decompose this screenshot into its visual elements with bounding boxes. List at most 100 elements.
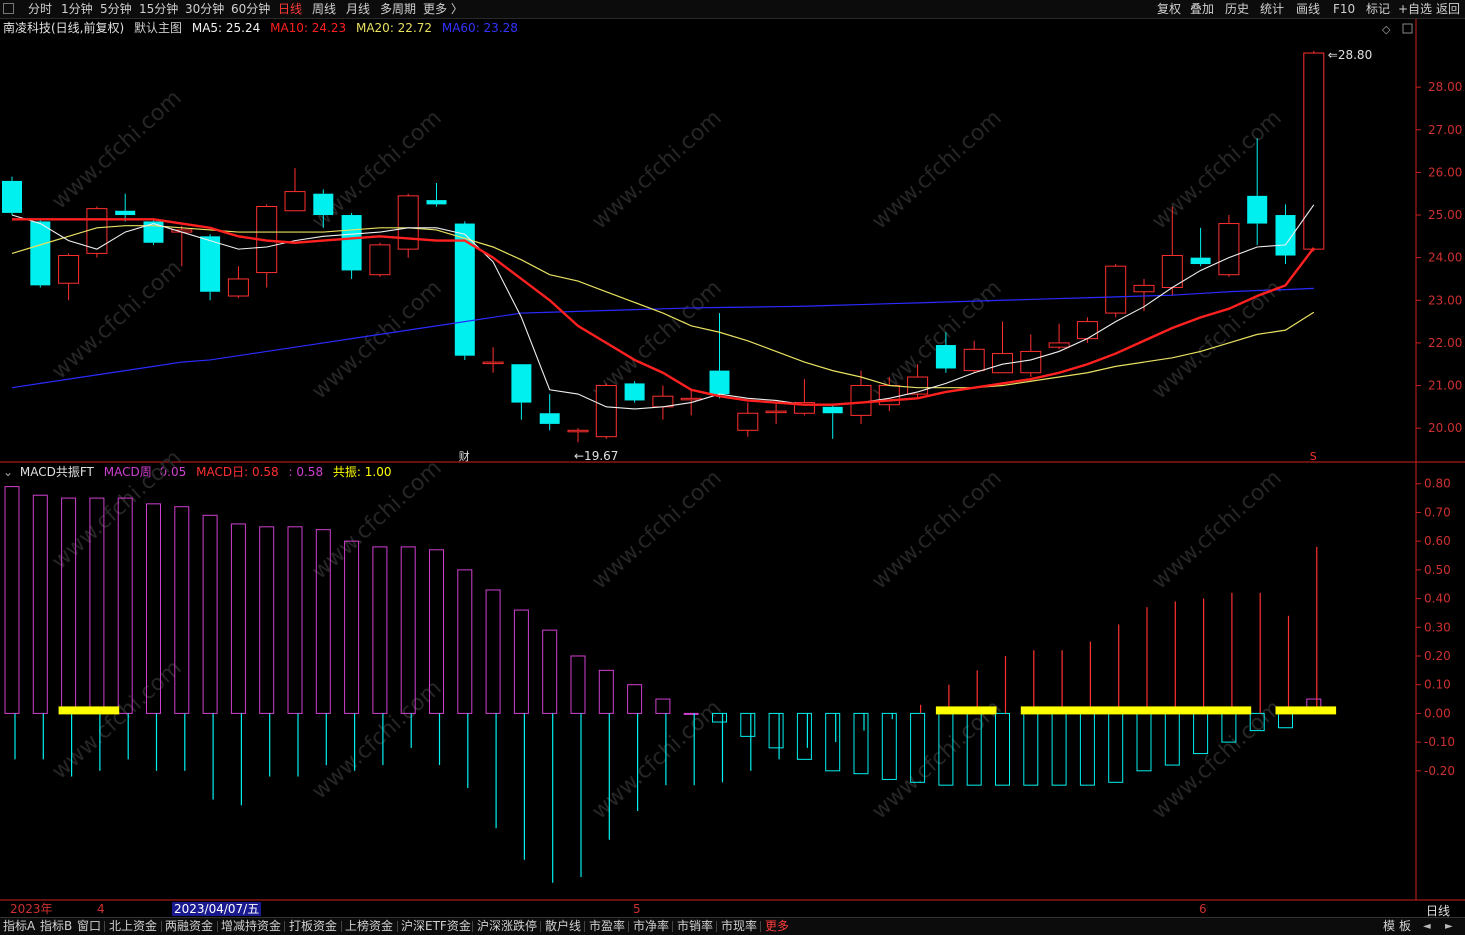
- template-button[interactable]: 模: [1383, 919, 1395, 934]
- price-tick-label: 20.00: [1428, 421, 1462, 435]
- macd-week-bar: [995, 712, 1010, 786]
- watermark-text: www.cfchi.com: [587, 696, 726, 825]
- candle-body: [2, 180, 22, 213]
- candle-body: [1133, 284, 1155, 293]
- candle-body: [58, 255, 80, 284]
- macd-tick-label: 0.00: [1424, 706, 1451, 720]
- tab-more[interactable]: 更多: [765, 919, 789, 934]
- tab-holding-change[interactable]: 增减持资金: [221, 919, 281, 934]
- macd-week-bar: [513, 609, 529, 714]
- candle-body: [624, 383, 645, 401]
- macd-week-bar: [259, 526, 275, 714]
- macd-week-bar: [372, 546, 388, 714]
- candle-body: [567, 429, 589, 433]
- candle-body: [1048, 342, 1070, 348]
- candle-body: [737, 412, 759, 431]
- macd-week-bar: [400, 546, 416, 714]
- macd-week-bar: [881, 712, 897, 780]
- macd-week-bar: [1164, 712, 1180, 766]
- candle-body: [595, 385, 617, 438]
- macd-week-bar: [627, 684, 643, 714]
- candle-body: [1076, 321, 1098, 340]
- price-tick-label: 28.00: [1428, 80, 1462, 94]
- macd-week-bar: [230, 523, 246, 714]
- price-tick-label: 25.00: [1428, 208, 1462, 222]
- resonance-bar: [1020, 706, 1252, 715]
- candle-body: [963, 348, 985, 372]
- macd-week-bar: [32, 494, 48, 714]
- tab-window[interactable]: 窗口: [77, 919, 101, 934]
- signal-marker: S: [1310, 450, 1317, 463]
- date-axis: 2023年 4 2023/04/07/五 5 6: [0, 901, 1416, 917]
- candle-body: [30, 221, 51, 286]
- board-button[interactable]: 板: [1399, 919, 1411, 934]
- watermark-text: www.cfchi.com: [307, 456, 446, 585]
- macd-tick-label: 0.50: [1424, 563, 1451, 577]
- candle-body: [539, 413, 560, 424]
- resonance-bar: [1275, 706, 1337, 715]
- macd-tick-label: -0.20: [1424, 764, 1455, 778]
- macd-tick-label: 0.80: [1424, 477, 1451, 491]
- candle-body: [200, 236, 221, 292]
- tab-pcf[interactable]: 市现率: [721, 919, 757, 934]
- watermark-text: www.cfchi.com: [867, 106, 1006, 235]
- date-month-6: 6: [1199, 902, 1207, 916]
- diamond-icon: ◇: [1382, 23, 1391, 36]
- price-tick-label: 22.00: [1428, 336, 1462, 350]
- tab-indicator-b[interactable]: 指标B: [40, 919, 72, 934]
- candle-body: [1218, 223, 1240, 276]
- candle-body: [822, 406, 843, 414]
- price-tick-label: 27.00: [1428, 123, 1462, 137]
- tab-limit-stats[interactable]: 沪深涨跌停: [477, 919, 537, 934]
- price-tick-label: 26.00: [1428, 165, 1462, 179]
- macd-week-bar: [344, 540, 360, 714]
- tab-pe[interactable]: 市盈率: [589, 919, 625, 934]
- candle-body: [935, 345, 956, 369]
- price-tick-label: 23.00: [1428, 293, 1462, 307]
- candle-body: [1105, 265, 1127, 314]
- high-price-label: ⇐28.80: [1328, 48, 1372, 62]
- watermark-text: www.cfchi.com: [867, 696, 1006, 825]
- tab-ps[interactable]: 市销率: [677, 919, 713, 934]
- macd-week-bar: [202, 514, 218, 714]
- watermark-text: www.cfchi.com: [47, 656, 186, 785]
- watermark-text: www.cfchi.com: [867, 466, 1006, 595]
- macd-week-bar: [853, 712, 869, 775]
- candle-body: [426, 200, 447, 205]
- macd-tick-label: 0.20: [1424, 649, 1451, 663]
- candle-body: [850, 385, 872, 416]
- macd-week-bar: [570, 655, 586, 714]
- watermark-text: www.cfchi.com: [307, 676, 446, 805]
- candle-body: [482, 361, 504, 365]
- tab-etf-funds[interactable]: 沪深ETF资金: [401, 919, 471, 934]
- scroll-right-icon[interactable]: ►: [1445, 919, 1453, 934]
- price-tick-label: 21.00: [1428, 379, 1462, 393]
- macd-week-bar: [1136, 712, 1152, 772]
- tab-limit-up-funds[interactable]: 打板资金: [289, 919, 337, 934]
- candle-body: [511, 364, 532, 403]
- price-tick-label: 24.00: [1428, 251, 1462, 265]
- candle-body: [1247, 195, 1268, 224]
- resonance-bar: [935, 706, 997, 715]
- resonance-bar: [58, 706, 120, 715]
- macd-week-bar: [485, 589, 501, 714]
- tab-northbound[interactable]: 北上资金: [109, 919, 157, 934]
- tab-indicator-a[interactable]: 指标A: [3, 919, 35, 934]
- macd-tick-label: 0.70: [1424, 505, 1451, 519]
- tab-retail-line[interactable]: 散户线: [545, 919, 581, 934]
- indicator-tab-bar: 指标A 指标B 窗口 北上资金 两融资金 增减持资金 打板资金 上榜资金 沪深E…: [0, 917, 1465, 935]
- tab-margin[interactable]: 两融资金: [165, 919, 213, 934]
- macd-tick-label: 0.10: [1424, 678, 1451, 692]
- stock-chart-canvas[interactable]: www.cfchi.com www.cfchi.com www.cfchi.com w…: [0, 0, 1465, 901]
- scroll-left-icon[interactable]: ◄: [1423, 919, 1431, 934]
- macd-week-bar: [655, 698, 671, 714]
- candle-body: [1303, 52, 1325, 250]
- tab-pb[interactable]: 市净率: [633, 919, 669, 934]
- panel-maximize-icon: [1402, 23, 1413, 34]
- macd-week-bar: [542, 629, 558, 714]
- candle-body: [227, 278, 249, 297]
- watermark-text: www.cfchi.com: [1147, 696, 1286, 825]
- financial-report-marker: 财: [459, 449, 470, 463]
- candle-body: [709, 370, 730, 395]
- tab-list-funds[interactable]: 上榜资金: [345, 919, 393, 934]
